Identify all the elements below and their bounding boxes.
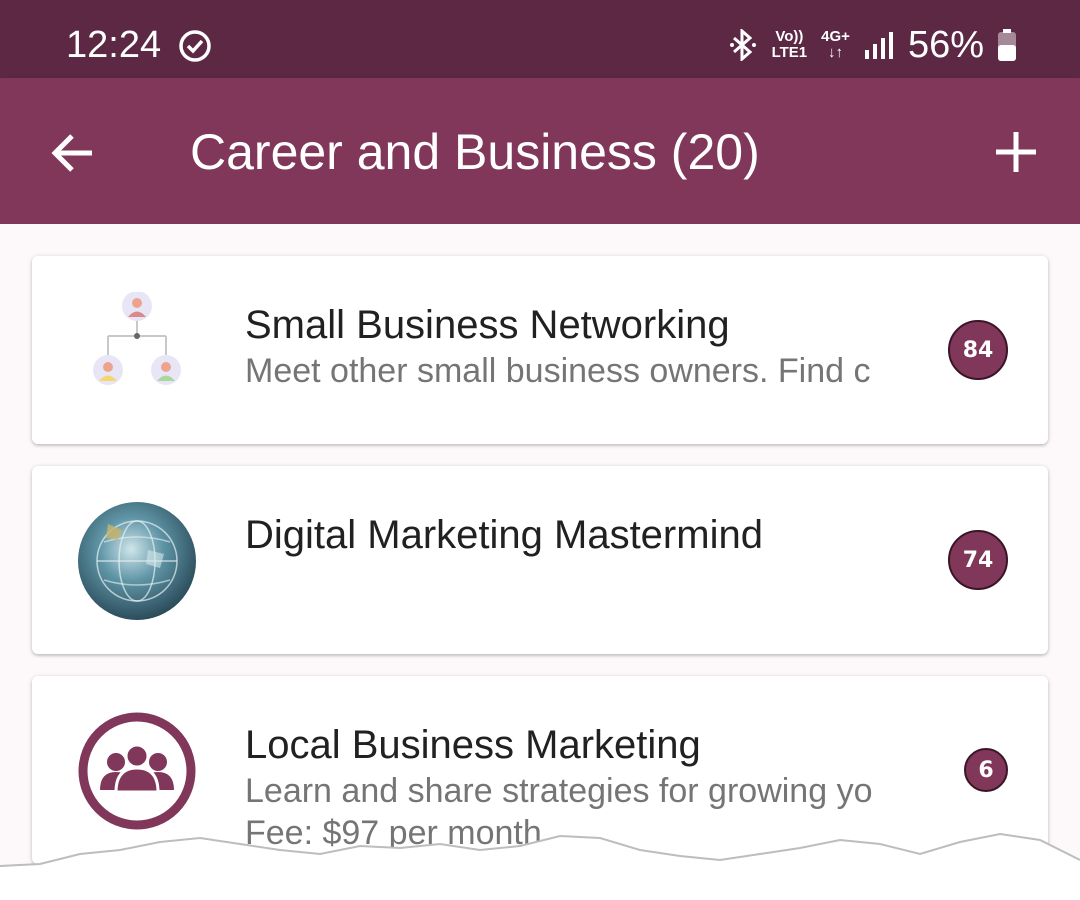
signal-icon [864, 32, 893, 59]
card-text: Small Business Networking Meet other sma… [245, 300, 925, 392]
network-type-indicator: 4G+ ↓↑ [821, 29, 850, 61]
network-people-icon [93, 292, 181, 385]
group-title: Small Business Networking [245, 303, 730, 347]
battery-icon [998, 29, 1016, 61]
volte-indicator: Vo)) LTE1 [772, 29, 808, 61]
torn-edge [0, 832, 1080, 900]
app-bar: Career and Business (20) [0, 78, 1080, 224]
page-title: Career and Business (20) [190, 124, 760, 180]
add-icon[interactable] [994, 130, 1038, 174]
status-time: 12:24 [66, 24, 162, 66]
globe-image-icon [78, 502, 196, 620]
group-description: Learn and share strategies for growing y… [245, 772, 873, 810]
group-description: Meet other small business owners. Find c [245, 352, 871, 390]
status-icons: Vo)) LTE1 4G+ ↓↑ 56% [728, 22, 1016, 68]
card-text: Digital Marketing Mastermind [245, 510, 925, 560]
data-arrows-icon: ↓↑ [828, 44, 844, 61]
volte-bottom: LTE1 [771, 44, 808, 61]
group-card-digital-marketing-mastermind[interactable]: Digital Marketing Mastermind 74 [32, 466, 1048, 654]
group-card-small-business-networking[interactable]: Small Business Networking Meet other sma… [32, 256, 1048, 444]
group-title: Local Business Marketing [245, 723, 701, 767]
battery-percent: 56% [907, 24, 984, 66]
back-arrow-icon[interactable] [48, 128, 98, 178]
member-count-badge: 74 [948, 530, 1008, 590]
member-count-badge: 6 [964, 748, 1008, 792]
volte-top: Vo)) [775, 28, 804, 45]
network-type: 4G+ [821, 28, 850, 45]
status-bar: 12:24 Vo)) LTE1 4G+ ↓↑ 56% [0, 0, 1080, 78]
member-count-badge: 84 [948, 320, 1008, 380]
check-circle-icon [179, 30, 211, 62]
group-users-icon [78, 712, 196, 830]
group-title: Digital Marketing Mastermind [245, 513, 763, 557]
bluetooth-icon [729, 29, 756, 61]
group-list: Small Business Networking Meet other sma… [0, 224, 1080, 900]
